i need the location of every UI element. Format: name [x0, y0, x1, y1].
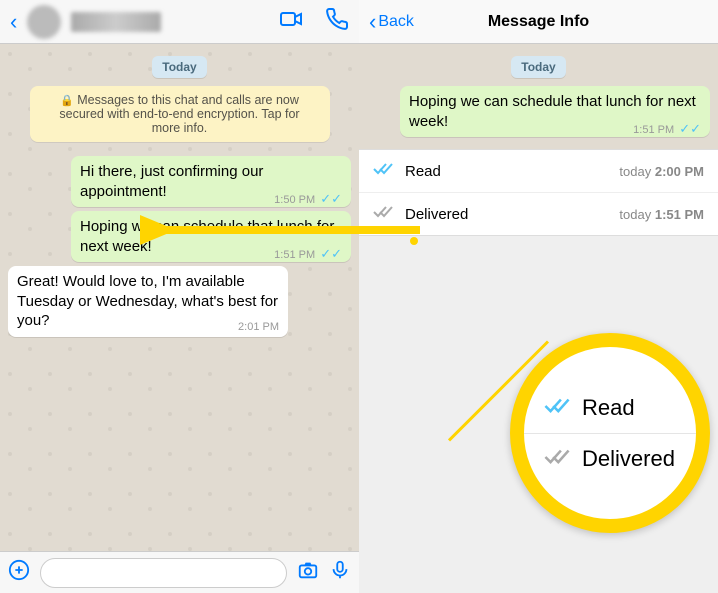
voice-call-icon[interactable] [325, 7, 349, 36]
status-time: today 1:51 PM [619, 207, 704, 222]
message-bubble-in[interactable]: Great! Would love to, I'm available Tues… [8, 266, 288, 337]
chat-panel: ‹ Today 🔒 Messages to this chat and call… [0, 0, 359, 593]
date-chip: Today [152, 56, 206, 78]
info-message-preview: Today Hoping we can schedule that lunch … [359, 44, 718, 149]
delivered-ticks-icon [544, 446, 572, 472]
video-call-icon[interactable] [279, 7, 303, 36]
back-label: Back [378, 13, 414, 31]
message-input[interactable] [40, 558, 287, 588]
message-time: 1:51 PM [274, 249, 315, 261]
chat-header: ‹ [0, 0, 359, 44]
camera-icon[interactable] [297, 559, 319, 586]
status-list: Read today 2:00 PM Delivered today 1:51 … [359, 149, 718, 236]
status-label: Read [405, 163, 619, 180]
delivered-ticks-icon [373, 205, 395, 223]
read-ticks-icon [544, 395, 572, 421]
info-header: ‹ Back Message Info [359, 0, 718, 44]
chat-body[interactable]: Today 🔒 Messages to this chat and calls … [0, 44, 359, 551]
status-row-read: Read today 2:00 PM [359, 150, 718, 192]
status-label: Delivered [405, 206, 619, 223]
contact-name[interactable] [71, 12, 161, 32]
back-chevron-icon[interactable]: ‹ [10, 9, 17, 35]
magnifier-label: Delivered [582, 446, 675, 472]
status-row-delivered: Delivered today 1:51 PM [359, 192, 718, 235]
encryption-notice[interactable]: 🔒 Messages to this chat and calls are no… [30, 86, 330, 142]
read-ticks-icon: ✓✓ [320, 246, 342, 263]
read-ticks-icon: ✓✓ [320, 191, 342, 208]
add-attachment-icon[interactable] [8, 559, 30, 586]
message-text: Hi there, just confirming our appointmen… [80, 163, 263, 200]
message-meta: 2:01 PM [238, 320, 279, 334]
chat-input-bar [0, 551, 359, 593]
back-chevron-icon: ‹ [369, 9, 376, 35]
contact-avatar[interactable] [27, 5, 61, 39]
microphone-icon[interactable] [329, 559, 351, 586]
message-time: 1:50 PM [274, 194, 315, 206]
magnifier-label: Read [582, 395, 635, 421]
lock-icon: 🔒 [60, 95, 74, 107]
message-bubble-out[interactable]: Hoping we can schedule that lunch for ne… [71, 211, 351, 262]
selected-message-bubble: Hoping we can schedule that lunch for ne… [400, 86, 710, 137]
header-actions [279, 7, 349, 36]
read-ticks-icon: ✓✓ [679, 121, 701, 138]
message-time: 1:51 PM [633, 124, 674, 136]
read-ticks-icon [373, 162, 395, 180]
message-bubble-out[interactable]: Hi there, just confirming our appointmen… [71, 156, 351, 207]
highlight-magnifier: Read Delivered [510, 333, 710, 533]
magnifier-row-read: Read [524, 383, 696, 433]
message-meta: 1:51 PM ✓✓ [274, 246, 342, 263]
magnifier-row-delivered: Delivered [524, 433, 696, 484]
message-meta: 1:51 PM ✓✓ [633, 121, 701, 138]
message-meta: 1:50 PM ✓✓ [274, 191, 342, 208]
status-time: today 2:00 PM [619, 164, 704, 179]
highlight-connector-dot [410, 237, 418, 245]
date-chip: Today [511, 56, 565, 78]
encryption-text: Messages to this chat and calls are now … [59, 93, 299, 135]
back-button[interactable]: ‹ Back [369, 9, 414, 35]
message-time: 2:01 PM [238, 321, 279, 333]
